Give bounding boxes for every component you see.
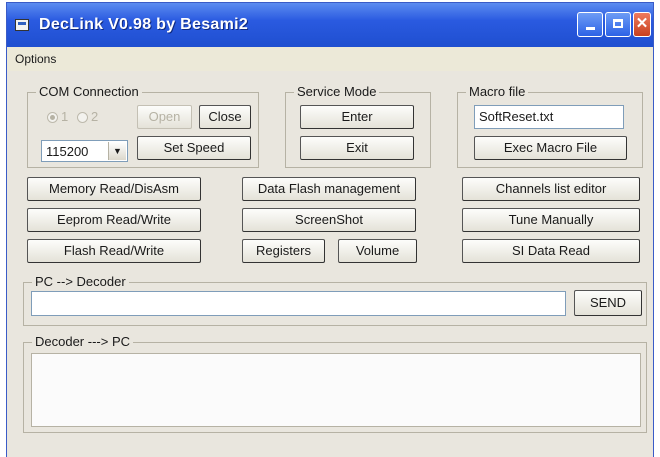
maximize-button[interactable] [605,12,631,37]
com-connection-label: COM Connection [36,84,142,99]
title-bar[interactable]: DecLink V0.98 by Besami2 ✕ [7,3,653,47]
baud-rate-select[interactable]: 115200 ▼ [41,140,128,162]
menu-options[interactable]: Options [15,52,56,66]
radio-com-2[interactable] [77,112,88,123]
screenshot-button[interactable]: ScreenShot [242,208,416,232]
macro-file-input[interactable]: SoftReset.txt [474,105,624,129]
maximize-icon [613,19,623,28]
service-mode-label: Service Mode [294,84,380,99]
close-icon: ✕ [635,15,649,32]
close-button[interactable]: Close [199,105,251,129]
decoder-output-area[interactable] [31,353,641,427]
data-flash-management-button[interactable]: Data Flash management [242,177,416,201]
radio-com-2-label: 2 [91,109,99,124]
radio-com-1[interactable] [47,112,58,123]
minimize-button[interactable] [577,12,603,37]
decoder-to-pc-label: Decoder ---> PC [32,334,133,349]
send-button[interactable]: SEND [574,290,642,316]
eeprom-read-write-button[interactable]: Eeprom Read/Write [27,208,201,232]
menu-bar: Options [7,47,653,71]
close-window-button[interactable]: ✕ [633,12,651,37]
pc-to-decoder-input[interactable] [31,291,566,316]
tune-manually-button[interactable]: Tune Manually [462,208,640,232]
exit-button[interactable]: Exit [300,136,414,160]
macro-file-label: Macro file [466,84,529,99]
app-icon [15,19,29,31]
memory-read-button[interactable]: Memory Read/DisAsm [27,177,201,201]
volume-button[interactable]: Volume [338,239,417,263]
registers-button[interactable]: Registers [242,239,325,263]
set-speed-button[interactable]: Set Speed [137,136,251,160]
main-window: DecLink V0.98 by Besami2 ✕ Options COM C… [6,2,654,457]
chevron-down-icon[interactable]: ▼ [108,142,126,160]
minimize-icon [585,27,595,30]
window-title: DecLink V0.98 by Besami2 [39,16,249,33]
si-data-read-button[interactable]: SI Data Read [462,239,640,263]
baud-rate-value: 115200 [46,144,89,159]
radio-com-1-label: 1 [61,109,69,124]
enter-button[interactable]: Enter [300,105,414,129]
flash-read-write-button[interactable]: Flash Read/Write [27,239,201,263]
exec-macro-file-button[interactable]: Exec Macro File [474,136,627,160]
channels-list-editor-button[interactable]: Channels list editor [462,177,640,201]
open-button[interactable]: Open [137,105,192,129]
pc-to-decoder-label: PC --> Decoder [32,274,129,289]
